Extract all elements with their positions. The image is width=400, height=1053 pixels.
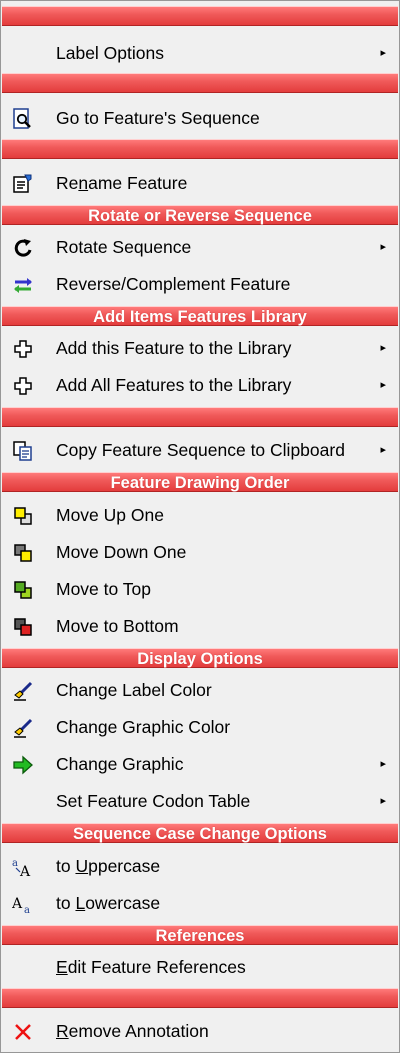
plus-outline-icon xyxy=(12,338,34,360)
menu-item-rename-feature[interactable]: Rename Feature xyxy=(2,165,398,202)
rename-document-icon xyxy=(12,173,34,195)
menu-item-reverse-complement[interactable]: Reverse/Complement Feature xyxy=(2,266,398,303)
rotate-arrow-icon xyxy=(12,237,34,259)
menu-item-move-to-top[interactable]: Move to Top xyxy=(2,571,398,608)
section-header-text: References xyxy=(155,927,245,945)
submenu-arrow-icon: ▸ xyxy=(380,47,386,59)
menu-item-label: Move Up One xyxy=(56,505,164,525)
menu-item-go-to-sequence[interactable]: Go to Feature's Sequence xyxy=(2,100,398,137)
label-mnemonic: E xyxy=(56,957,68,977)
menu-item-label: Go to Feature's Sequence xyxy=(56,108,260,128)
menu-item-move-down-one[interactable]: Move Down One xyxy=(2,534,398,571)
menu-item-change-graphic[interactable]: Change Graphic ▸ xyxy=(2,746,398,783)
label-part: to xyxy=(56,893,76,913)
menu-item-label: Copy Feature Sequence to Clipboard xyxy=(56,440,345,460)
menu-item-label: Label Options xyxy=(56,43,164,63)
label-mnemonic: n xyxy=(78,173,89,193)
section-header-display-options: Display Options xyxy=(2,648,398,668)
paintbrush-icon xyxy=(12,680,34,702)
reverse-arrows-icon xyxy=(12,274,34,296)
submenu-arrow-icon: ▸ xyxy=(380,241,386,253)
menu-item-set-codon-table[interactable]: Set Feature Codon Table ▸ xyxy=(2,783,398,820)
menu-item-remove-annotation[interactable]: Remove Annotation xyxy=(2,1013,398,1050)
label-part: dit Feature References xyxy=(67,957,246,977)
section-header-add-items: Add Items Features Library xyxy=(2,306,398,326)
menu-item-move-up-one[interactable]: Move Up One xyxy=(2,497,398,534)
menu-item-change-graphic-color[interactable]: Change Graphic Color xyxy=(2,709,398,746)
submenu-arrow-icon: ▸ xyxy=(380,379,386,391)
menu-item-to-uppercase[interactable]: a A to Uppercase xyxy=(2,848,398,885)
section-header-case-change: Sequence Case Change Options xyxy=(2,823,398,843)
menu-item-label: Move to Bottom xyxy=(56,616,179,636)
layer-green-icon xyxy=(12,579,34,601)
label-part: Re xyxy=(56,173,79,193)
submenu-arrow-icon: ▸ xyxy=(380,758,386,770)
menu-item-label: Move Down One xyxy=(56,542,187,562)
section-header-11 xyxy=(2,988,398,1008)
menu-item-label: Change Graphic Color xyxy=(56,717,231,737)
lowercase-icon: A a xyxy=(12,893,34,915)
menu-item-label: Set Feature Codon Table xyxy=(56,791,251,811)
menu-item-rotate-sequence[interactable]: Rotate Sequence ▸ xyxy=(2,229,398,266)
menu-item-edit-references[interactable]: Edit Feature References xyxy=(2,949,398,986)
label-part: owercase xyxy=(85,893,161,913)
menu-item-label: Edit Feature References xyxy=(56,949,246,986)
svg-text:a: a xyxy=(24,905,30,915)
label-part: emove Annotation xyxy=(68,1021,209,1041)
menu-item-label: Add this Feature to the Library xyxy=(56,338,292,358)
red-x-icon xyxy=(12,1021,34,1043)
paintbrush-icon xyxy=(12,717,34,739)
menu-item-label: to Lowercase xyxy=(56,885,160,922)
menu-item-label: Rotate Sequence xyxy=(56,237,192,257)
section-header-2 xyxy=(2,73,398,93)
submenu-arrow-icon: ▸ xyxy=(380,342,386,354)
menu-item-label: Reverse/Complement Feature xyxy=(56,274,291,294)
section-header-text: Display Options xyxy=(137,650,263,668)
section-header-references: References xyxy=(2,925,398,945)
menu-item-move-to-bottom[interactable]: Move to Bottom xyxy=(2,608,398,645)
menu-item-label: Move to Top xyxy=(56,579,152,599)
menu-item-add-feature[interactable]: Add this Feature to the Library ▸ xyxy=(2,330,398,367)
menu-item-label: Add All Features to the Library xyxy=(56,375,292,395)
menu-item-label: to Uppercase xyxy=(56,848,160,885)
layer-yellow-icon xyxy=(12,505,34,527)
plus-outline-icon xyxy=(12,375,34,397)
menu-item-label-options[interactable]: Label Options ▸ xyxy=(2,35,398,72)
svg-text:A: A xyxy=(12,896,23,912)
label-part: to xyxy=(56,856,76,876)
magnifier-page-icon xyxy=(12,108,34,130)
menu-item-label: Change Graphic xyxy=(56,754,184,774)
svg-text:A: A xyxy=(19,864,31,878)
section-header-text: Feature Drawing Order xyxy=(110,474,290,492)
menu-item-copy-sequence[interactable]: Copy Feature Sequence to Clipboard ▸ xyxy=(2,432,398,469)
menu-item-label: Change Label Color xyxy=(56,680,212,700)
uppercase-icon: a A xyxy=(12,856,34,878)
green-arrow-icon xyxy=(12,754,34,776)
menu-item-change-label-color[interactable]: Change Label Color xyxy=(2,672,398,709)
layer-gray-icon xyxy=(12,542,34,564)
section-header-text: Rotate or Reverse Sequence xyxy=(88,207,312,225)
menu-item-add-all-features[interactable]: Add All Features to the Library ▸ xyxy=(2,367,398,404)
section-header-3 xyxy=(2,139,398,159)
label-mnemonic: R xyxy=(56,1021,69,1041)
label-part: ppercase xyxy=(88,856,161,876)
copy-clipboard-icon xyxy=(12,440,34,462)
label-part: ame Feature xyxy=(88,173,188,193)
label-mnemonic: L xyxy=(75,893,86,913)
section-header-rotate-reverse: Rotate or Reverse Sequence xyxy=(2,205,398,225)
submenu-arrow-icon: ▸ xyxy=(380,444,386,456)
context-menu: Label Options ▸ Go to Feature's Sequence xyxy=(0,0,400,1053)
section-header-text: Add Items Features Library xyxy=(93,308,307,326)
label-mnemonic: U xyxy=(75,856,89,876)
svg-text:a: a xyxy=(12,858,18,869)
menu-item-to-lowercase[interactable]: A a to Lowercase xyxy=(2,885,398,922)
menu-item-label: Remove Annotation xyxy=(56,1013,209,1050)
menu-item-label: Rename Feature xyxy=(56,165,187,202)
section-header-drawing-order: Feature Drawing Order xyxy=(2,472,398,492)
section-header-text: Sequence Case Change Options xyxy=(73,825,327,843)
submenu-arrow-icon: ▸ xyxy=(380,795,386,807)
layer-red-icon xyxy=(12,616,34,638)
section-header-1 xyxy=(2,6,398,26)
section-header-6 xyxy=(2,407,398,427)
